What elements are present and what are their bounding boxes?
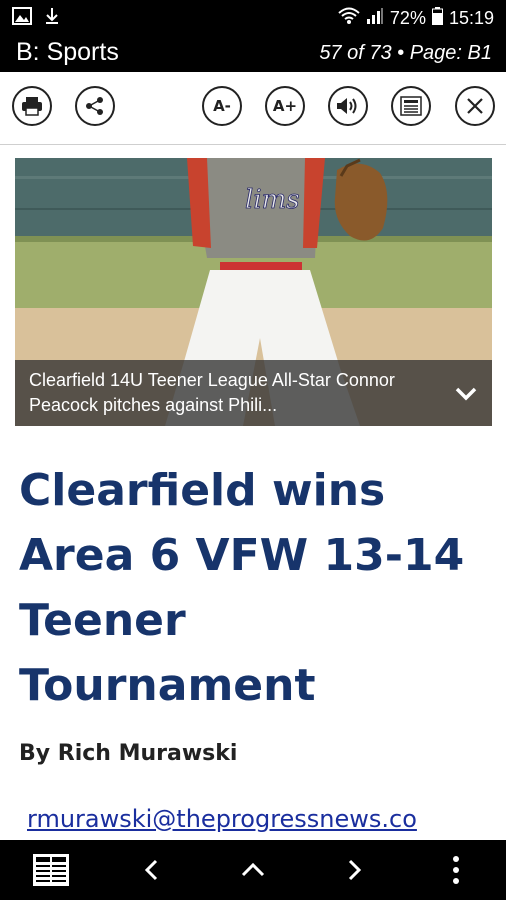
article-byline: By Rich Murawski	[19, 741, 238, 766]
title-bar: B: Sports 57 of 73 • Page: B1	[0, 34, 506, 72]
previous-button[interactable]	[132, 850, 172, 890]
status-bar: 72% 15:19	[0, 0, 506, 34]
toolbar: A- A+	[0, 72, 506, 145]
image-caption[interactable]: Clearfield 14U Teener League All-Star Co…	[15, 360, 492, 426]
article-view-icon	[400, 96, 422, 116]
download-icon	[44, 7, 60, 29]
font-decrease-icon: A-	[213, 97, 231, 115]
speaker-icon	[336, 96, 360, 116]
font-increase-button[interactable]: A+	[265, 86, 305, 126]
wifi-icon	[338, 7, 360, 30]
more-button[interactable]	[436, 850, 476, 890]
share-icon	[85, 96, 105, 116]
svg-text:lims: lims	[245, 185, 300, 215]
next-icon	[344, 858, 364, 882]
pages-button[interactable]	[31, 850, 71, 890]
image-icon	[12, 7, 32, 29]
section-title: B: Sports	[16, 38, 119, 66]
caption-text: Clearfield 14U Teener League All-Star Co…	[29, 370, 395, 415]
clock: 15:19	[448, 8, 494, 28]
chevron-down-icon[interactable]	[452, 380, 480, 408]
next-button[interactable]	[334, 850, 374, 890]
article-photo[interactable]: lims Clearfield 14U Teener League All-St…	[15, 158, 492, 426]
close-icon	[465, 96, 485, 116]
page-info: 57 of 73 • Page: B1	[319, 42, 492, 64]
print-button[interactable]	[12, 86, 52, 126]
signal-icon	[366, 7, 384, 30]
battery-text: 72%	[389, 8, 426, 28]
author-email-link[interactable]: rmurawski@theprogressnews.co	[27, 805, 417, 833]
font-decrease-button[interactable]: A-	[202, 86, 242, 126]
close-button[interactable]	[455, 86, 495, 126]
article-headline: Clearfield wins Area 6 VFW 13-14 Teener …	[19, 465, 465, 711]
battery-icon	[431, 7, 443, 30]
article-view-button[interactable]	[391, 86, 431, 126]
bottom-nav	[0, 840, 506, 900]
up-button[interactable]	[233, 850, 273, 890]
up-icon	[240, 860, 266, 880]
more-icon	[452, 855, 460, 885]
font-increase-icon: A+	[272, 97, 298, 115]
print-icon	[21, 96, 43, 116]
pages-icon	[31, 852, 71, 888]
share-button[interactable]	[75, 86, 115, 126]
previous-icon	[142, 858, 162, 882]
speaker-button[interactable]	[328, 86, 368, 126]
